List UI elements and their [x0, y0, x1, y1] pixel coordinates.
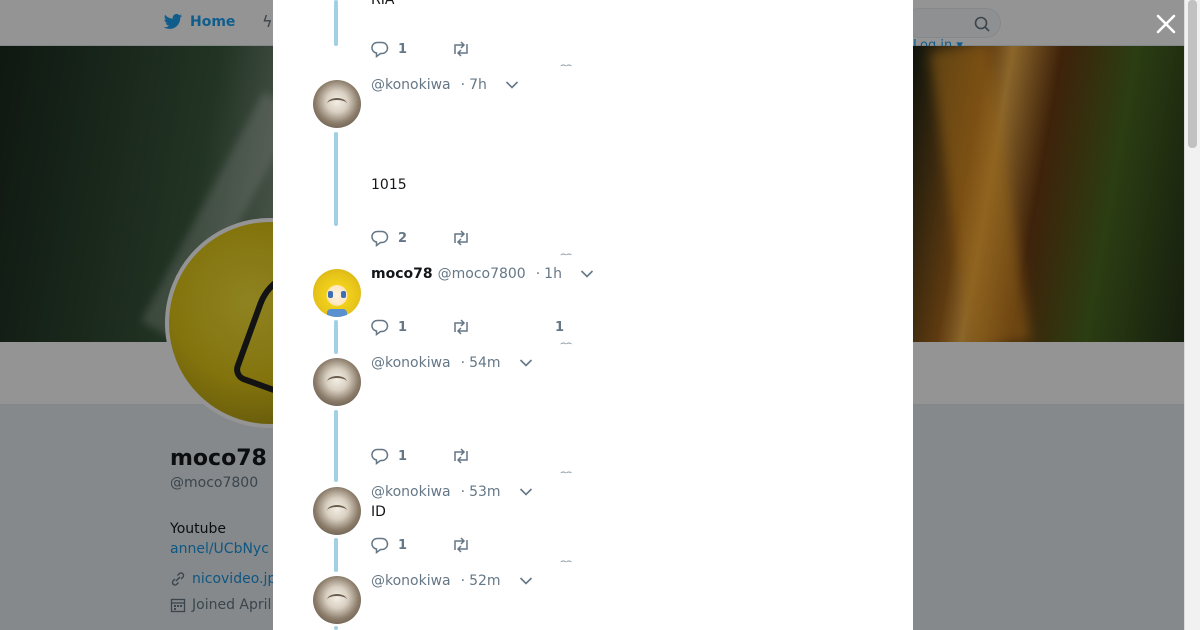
thread-connector — [334, 626, 338, 630]
more-replies-indicator: ⌢⌢ — [560, 60, 572, 71]
cat-avatar[interactable] — [313, 358, 361, 406]
thread-connector — [334, 0, 338, 46]
more-replies-indicator: ⌢⌢ — [560, 467, 572, 478]
retweet-button[interactable] — [451, 318, 551, 336]
chevron-down-icon — [580, 270, 594, 278]
tweet-separator: · — [460, 484, 466, 500]
reply-count: 1 — [398, 537, 408, 553]
tweet-timestamp[interactable]: 7h — [469, 77, 487, 93]
chevron-down-icon — [519, 577, 532, 585]
retweet-button[interactable] — [451, 229, 551, 247]
retweet-icon — [454, 448, 468, 464]
chevron-down-icon — [505, 81, 518, 89]
tweet-menu-button[interactable] — [519, 487, 533, 497]
tweet-header: @konokiwa · 53m — [371, 484, 533, 500]
retweet-icon — [454, 41, 468, 57]
tweet-header: moco78 @moco7800 · 1h — [371, 266, 594, 282]
retweet-button[interactable] — [451, 536, 551, 554]
reply-icon — [371, 41, 389, 58]
thread-connector — [334, 320, 338, 354]
reply-count: 1 — [398, 319, 408, 335]
tweet-menu-button[interactable] — [580, 269, 594, 279]
retweet-icon — [454, 230, 468, 246]
like-button[interactable]: 1 — [555, 320, 564, 335]
anime-avatar[interactable] — [313, 269, 361, 317]
tweet-text: RIA — [371, 0, 395, 8]
retweet-icon — [454, 319, 468, 335]
tweet-username[interactable]: @konokiwa — [371, 77, 451, 93]
chevron-down-icon — [519, 488, 532, 496]
reply-count: 2 — [398, 230, 408, 246]
tweet-header: @konokiwa · 52m — [371, 573, 533, 589]
like-count: 1 — [555, 319, 565, 335]
chevron-down-icon — [519, 359, 532, 367]
more-replies-indicator: ⌢⌢ — [560, 338, 572, 349]
reply-button[interactable]: 1 — [371, 40, 451, 58]
more-replies-indicator: ⌢⌢ — [560, 556, 572, 567]
reply-icon — [371, 537, 389, 554]
tweet-header: @konokiwa · 54m — [371, 355, 533, 371]
reply-button[interactable]: 1 — [371, 447, 451, 465]
close-icon — [1156, 14, 1176, 34]
tweet-separator: · — [460, 573, 466, 589]
reply-button[interactable]: 1 — [371, 536, 451, 554]
page-scrollbar[interactable] — [1184, 0, 1200, 630]
tweet-text: ID — [371, 504, 386, 520]
thread-connector — [334, 538, 338, 572]
tweet-timestamp[interactable]: 54m — [469, 355, 500, 371]
cat-avatar[interactable] — [313, 487, 361, 535]
tweet-separator: · — [460, 77, 466, 93]
tweet-header: @konokiwa · 7h — [371, 77, 519, 93]
conversation-modal: RIA 1 ⌢⌢ @konokiwa · 7h 1015 2 ⌢⌢ moco78… — [273, 0, 913, 630]
tweet-separator: · — [535, 266, 541, 282]
tweet-actions: 2 — [371, 229, 551, 247]
cat-avatar[interactable] — [313, 576, 361, 624]
more-replies-indicator: ⌢⌢ — [560, 249, 572, 260]
reply-icon — [371, 448, 389, 465]
reply-button[interactable]: 2 — [371, 229, 451, 247]
reply-count: 1 — [398, 448, 408, 464]
tweet-username[interactable]: @moco7800 — [438, 266, 526, 282]
tweet-actions: 1 — [371, 447, 551, 465]
retweet-icon — [454, 537, 468, 553]
thread-connector — [334, 132, 338, 226]
tweet-menu-button[interactable] — [519, 576, 533, 586]
scrollbar-thumb[interactable] — [1188, 0, 1197, 148]
tweet-separator: · — [460, 355, 466, 371]
thread-connector — [334, 410, 338, 482]
tweet-menu-button[interactable] — [505, 80, 519, 90]
retweet-button[interactable] — [451, 447, 551, 465]
tweet-actions: 1 1 — [371, 318, 564, 336]
reply-count: 1 — [398, 41, 408, 57]
tweet-actions: 1 — [371, 40, 551, 58]
reply-button[interactable]: 1 — [371, 318, 451, 336]
tweet-display-name[interactable]: moco78 — [371, 266, 433, 282]
tweet-username[interactable]: @konokiwa — [371, 484, 451, 500]
tweet-timestamp[interactable]: 52m — [469, 573, 500, 589]
tweet-text: 1015 — [371, 177, 407, 193]
reply-icon — [371, 230, 389, 247]
tweet-username[interactable]: @konokiwa — [371, 355, 451, 371]
tweet-timestamp[interactable]: 53m — [469, 484, 500, 500]
close-modal-button[interactable] — [1154, 12, 1178, 36]
cat-avatar[interactable] — [313, 80, 361, 128]
tweet-timestamp[interactable]: 1h — [544, 266, 562, 282]
tweet-actions: 1 — [371, 536, 551, 554]
retweet-button[interactable] — [451, 40, 551, 58]
tweet-username[interactable]: @konokiwa — [371, 573, 451, 589]
tweet-menu-button[interactable] — [519, 358, 533, 368]
reply-icon — [371, 319, 389, 336]
